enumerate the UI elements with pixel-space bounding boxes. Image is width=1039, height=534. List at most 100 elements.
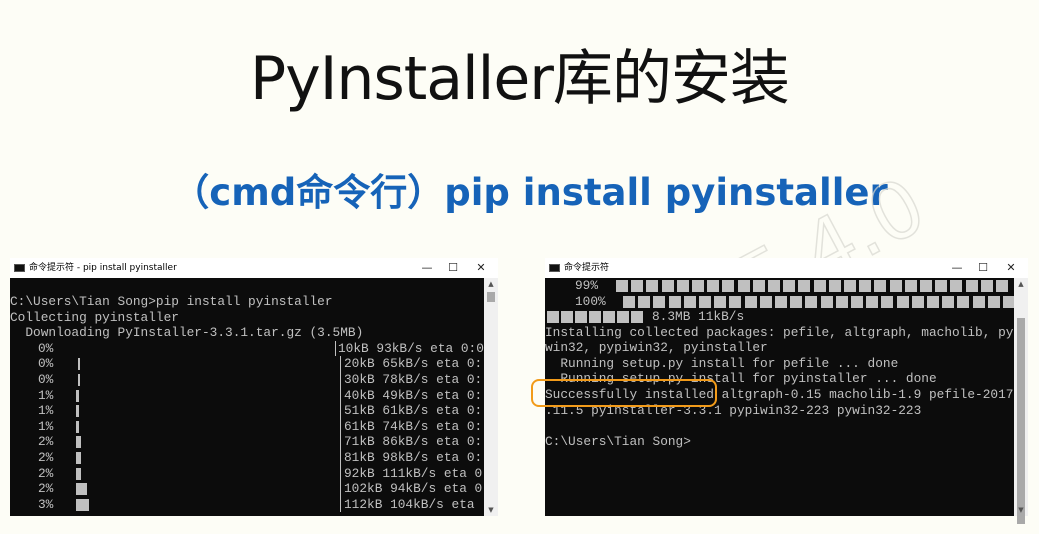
progress-bar-fill <box>76 467 81 480</box>
progress-row: 1% 40kB 49kB/s eta 0: <box>10 387 484 404</box>
progress-block <box>616 280 628 293</box>
progress-divider <box>340 356 341 372</box>
progress-status: 92kB 111kB/s eta 0 <box>344 465 483 481</box>
scroll-up-arrow-icon[interactable]: ▲ <box>1014 278 1028 290</box>
minimize-button[interactable]: — <box>944 258 970 278</box>
progress-block <box>668 295 681 308</box>
progress-block <box>722 280 735 293</box>
progress-block <box>920 280 932 293</box>
progress-block <box>631 280 644 293</box>
progress-status: 40kB 49kB/s eta 0: <box>344 387 483 403</box>
progress-block <box>835 295 848 308</box>
download-speed: 8.3MB 11kB/s <box>652 309 745 324</box>
left-scrollbar[interactable]: ▲ ▼ <box>484 278 498 516</box>
progress-block <box>638 295 651 308</box>
progress-percent: 1% <box>38 418 54 434</box>
progress-divider <box>340 465 341 482</box>
progress-block <box>768 280 780 293</box>
right-window-title: 命令提示符 <box>564 263 610 273</box>
progress-row: 1% 61kB 74kB/s eta 0: <box>10 418 484 435</box>
maximize-button[interactable]: ☐ <box>440 258 466 278</box>
console-prompt: C:\Users\Tian Song> <box>545 433 691 449</box>
progress-percent: 3% <box>38 496 54 512</box>
progress-block <box>889 280 902 293</box>
slide-title: PyInstaller库的安装 <box>250 44 790 114</box>
scroll-down-arrow-icon[interactable]: ▼ <box>1014 504 1028 516</box>
progress-percent: 2% <box>38 481 54 497</box>
progress-row: 0% 30kB 78kB/s eta 0: <box>10 372 484 388</box>
progress-block <box>561 311 573 323</box>
progress-divider <box>340 481 341 497</box>
console-line: Collecting pyinstaller <box>10 309 179 325</box>
progress-block <box>950 280 963 293</box>
progress-block <box>589 311 601 323</box>
progress-block <box>896 295 909 308</box>
progress-divider <box>340 372 341 388</box>
cmd-icon <box>549 264 560 272</box>
progress-block <box>783 280 796 293</box>
progress-block <box>714 295 727 308</box>
minimize-button[interactable]: — <box>414 258 440 278</box>
progress-divider <box>340 418 341 435</box>
console-line: Running setup.py install for pefile ... … <box>545 355 899 371</box>
left-console-output[interactable]: C:\Users\Tian Song>pip install pyinstall… <box>10 278 484 516</box>
console-line: Installing collected packages: pefile, a… <box>545 324 1014 340</box>
progress-row: 100% <box>545 294 1014 310</box>
scroll-down-arrow-icon[interactable]: ▼ <box>484 504 498 516</box>
close-button[interactable]: ✕ <box>998 258 1024 278</box>
right-scrollbar[interactable]: ▲ ▼ <box>1014 278 1028 524</box>
progress-block <box>653 295 666 308</box>
progress-block <box>775 295 787 308</box>
progress-bar-fill <box>76 436 81 449</box>
progress-block <box>699 295 711 308</box>
progress-block <box>828 280 841 293</box>
progress-percent: 2% <box>38 450 54 465</box>
scroll-up-arrow-icon[interactable]: ▲ <box>484 278 498 290</box>
progress-percent: 1% <box>38 387 54 403</box>
progress-block <box>737 280 750 293</box>
progress-block <box>798 280 811 293</box>
progress-block <box>874 280 887 293</box>
success-highlight-box <box>531 379 717 407</box>
progress-percent: 2% <box>38 434 54 450</box>
progress-bar-fill <box>76 498 89 511</box>
progress-block <box>676 280 689 293</box>
progress-row: 0% 20kB 65kB/s eta 0: <box>10 356 484 372</box>
progress-row: 2% 81kB 98kB/s eta 0: <box>10 450 484 466</box>
progress-percent: 100% <box>575 293 606 309</box>
progress-bar-fill <box>78 374 80 386</box>
progress-block <box>603 311 615 323</box>
progress-block <box>820 295 833 308</box>
progress-divider <box>340 403 341 419</box>
maximize-button[interactable]: ☐ <box>970 258 996 278</box>
progress-block <box>759 295 772 308</box>
scrollbar-thumb[interactable] <box>1017 318 1025 524</box>
close-button[interactable]: ✕ <box>468 258 494 278</box>
progress-block <box>935 280 948 293</box>
progress-status: 51kB 61kB/s eta 0: <box>344 403 483 419</box>
progress-block <box>623 295 635 308</box>
progress-block <box>805 295 818 308</box>
progress-block <box>972 295 985 308</box>
left-window-titlebar[interactable]: 命令提示符 - pip install pyinstaller — ☐ ✕ <box>10 258 498 278</box>
right-window-titlebar[interactable]: 命令提示符 — ☐ ✕ <box>545 258 1028 278</box>
scrollbar-thumb[interactable] <box>487 292 495 302</box>
progress-block <box>646 280 659 293</box>
console-line: Downloading PyInstaller-3.3.1.tar.gz (3.… <box>10 325 364 341</box>
progress-divider <box>340 496 341 513</box>
progress-block <box>881 295 894 308</box>
progress-block <box>866 295 879 308</box>
progress-block <box>707 280 720 293</box>
progress-bar-fill <box>76 420 79 433</box>
progress-block <box>790 295 803 308</box>
progress-block <box>942 295 955 308</box>
progress-block <box>752 280 765 293</box>
progress-block <box>859 280 872 293</box>
progress-block <box>965 280 978 293</box>
progress-block <box>547 311 559 323</box>
progress-bar-fill <box>76 389 79 402</box>
progress-divider <box>340 387 341 404</box>
progress-percent: 1% <box>38 403 54 419</box>
cmd-icon <box>14 264 25 272</box>
progress-row: 2% 92kB 111kB/s eta 0 <box>10 465 484 482</box>
